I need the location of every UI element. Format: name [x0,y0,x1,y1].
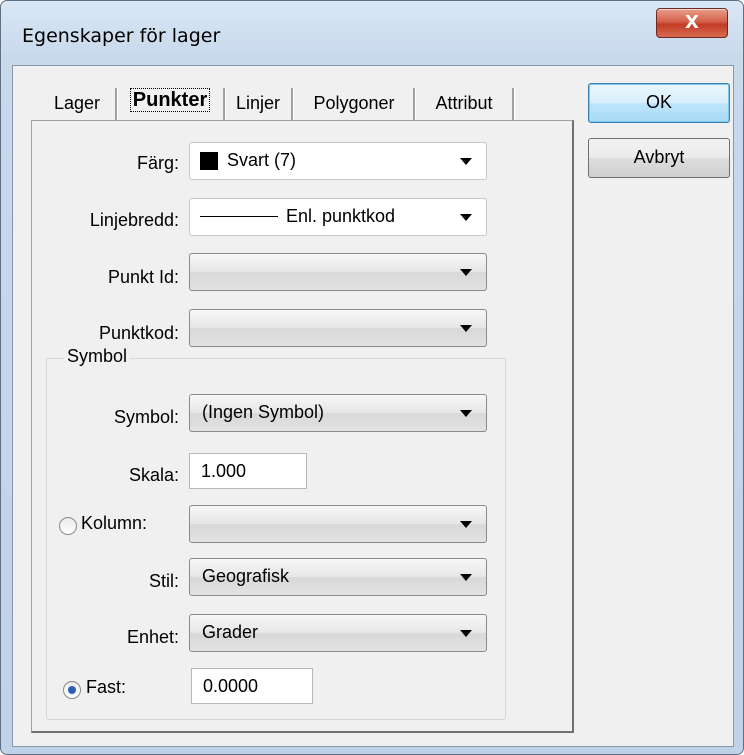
punktkod-dropdown[interactable] [189,309,487,347]
cancel-button[interactable]: Avbryt [588,138,730,178]
tab-polygoner[interactable]: Polygoner [297,88,411,120]
symbol-value: (Ingen Symbol) [202,402,325,422]
symbol-dropdown[interactable]: (Ingen Symbol) [189,394,487,432]
farg-dropdown[interactable]: Svart (7) [189,142,487,180]
stil-label: Stil: [148,571,179,591]
kolumn-dropdown[interactable] [189,505,487,543]
chevron-down-icon [460,325,472,332]
close-icon: X [685,12,699,33]
chevron-down-icon [460,269,472,276]
line-width-sample [200,216,278,217]
skala-input[interactable]: 1.000 [189,453,307,489]
punktkod-label: Punktkod: [98,323,179,343]
kolumn-radio[interactable] [59,517,77,535]
chevron-down-icon [460,158,472,165]
tab-punkter-label: Punkter [129,88,211,112]
skala-value: 1.000 [201,461,247,481]
chevron-down-icon [460,574,472,581]
linjebredd-dropdown[interactable]: Enl. punktkod [189,198,487,236]
symbol-group-label: Symbol [64,346,131,367]
kolumn-label: Kolumn: [81,513,148,533]
tab-separator [512,88,515,120]
farg-value: Svart (7) [227,150,297,170]
color-swatch [200,152,218,170]
stil-value: Geografisk [202,566,290,586]
tab-separator [115,88,118,120]
tab-lager[interactable]: Lager [41,88,113,120]
fast-input[interactable]: 0.0000 [191,668,313,704]
stil-dropdown[interactable]: Geografisk [189,558,487,596]
dialog-title: Egenskaper för lager [22,25,221,47]
symbol-label: Symbol: [113,407,179,427]
tab-attribut[interactable]: Attribut [418,88,510,120]
linjebredd-value: Enl. punktkod [286,206,396,226]
tab-punkter[interactable]: Punkter [120,80,220,120]
tab-separator [223,88,226,120]
chevron-down-icon [460,630,472,637]
close-button[interactable]: X [656,8,728,38]
tab-separator [413,88,416,120]
linjebredd-label: Linjebredd: [89,210,179,230]
enhet-dropdown[interactable]: Grader [189,614,487,652]
tab-separator [291,88,294,120]
fast-value: 0.0000 [203,676,259,696]
chevron-down-icon [460,521,472,528]
ok-button[interactable]: OK [588,83,730,123]
punktid-dropdown[interactable] [189,253,487,291]
chevron-down-icon [460,214,472,221]
farg-label: Färg: [136,153,179,173]
fast-label: Fast: [86,677,127,697]
enhet-label: Enhet: [126,627,179,647]
fast-radio[interactable] [63,681,81,699]
enhet-value: Grader [202,622,259,642]
tab-linjer[interactable]: Linjer [227,88,289,120]
properties-dialog: Egenskaper för lager X Lager Punkter Lin… [0,0,744,755]
punktid-label: Punkt Id: [107,267,179,287]
chevron-down-icon [460,410,472,417]
skala-label: Skala: [128,465,179,485]
